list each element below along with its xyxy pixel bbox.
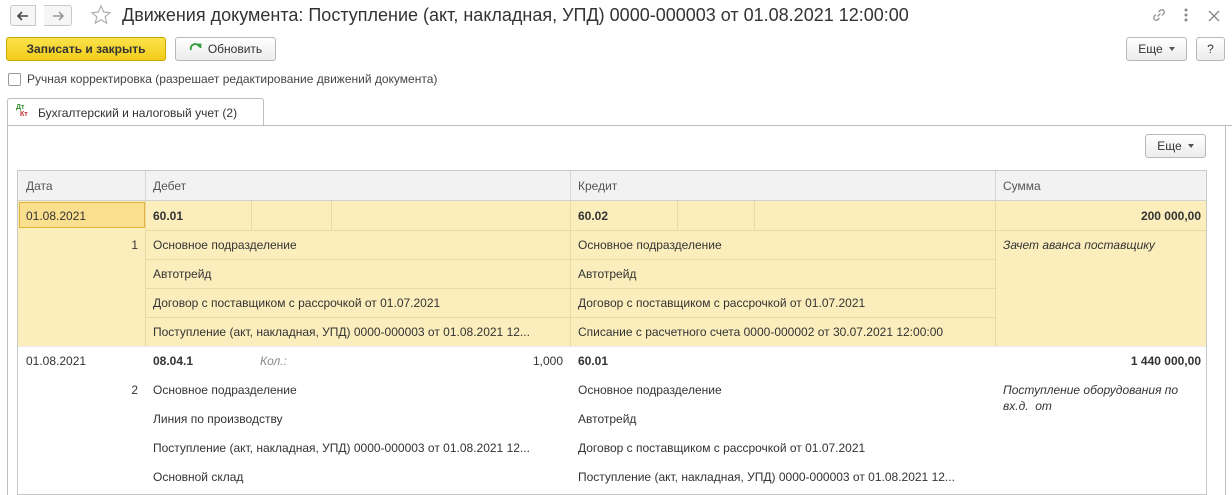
more-actions-button[interactable] — [1182, 6, 1190, 27]
refresh-label: Обновить — [207, 42, 263, 56]
title-bar: Движения документа: Поступление (акт, на… — [0, 0, 1232, 32]
record-2-debit-sub-3: Поступление (акт, накладная, УПД) 0000-0… — [153, 441, 530, 455]
help-label: ? — [1207, 42, 1214, 56]
forward-arrow-icon — [52, 10, 64, 21]
record-1-debit-sub-4: Поступление (акт, накладная, УПД) 0000-0… — [153, 325, 530, 339]
save-and-close-label: Записать и закрыть — [26, 42, 146, 56]
record-2-date: 01.08.2021 — [26, 354, 87, 368]
record-2-credit-sub-3: Договор с поставщиком с рассрочкой от 01… — [578, 441, 866, 455]
column-header-debit[interactable]: Дебет — [145, 171, 570, 201]
table-more-label: Еще — [1157, 139, 1182, 153]
record-1-content: Зачет аванса поставщику — [1003, 238, 1155, 252]
record-1-debit-sub-1: Основное подразделение — [153, 238, 297, 252]
close-button[interactable] — [1206, 6, 1222, 27]
back-button[interactable] — [10, 5, 36, 26]
refresh-icon — [189, 42, 202, 50]
table-more-button[interactable]: Еще — [1145, 134, 1206, 158]
more-button[interactable]: Еще — [1126, 37, 1187, 61]
favorite-button[interactable] — [90, 4, 112, 29]
record-2-debit-qty: 1,000 — [532, 354, 563, 368]
record-1-date: 01.08.2021 — [26, 209, 87, 223]
record-2-credit-sub-1: Основное подразделение — [578, 383, 722, 397]
record-2-number: 2 — [131, 383, 138, 397]
record-2-debit-account: 08.04.1 — [153, 354, 194, 368]
record-1-debit-account: 60.01 — [153, 209, 184, 223]
record-1-credit-sub-3: Договор с поставщиком с рассрочкой от 01… — [578, 296, 866, 310]
manual-edit-row: Ручная корректировка (разрешает редактир… — [8, 72, 437, 86]
manual-edit-checkbox[interactable] — [8, 72, 21, 86]
more-vertical-icon — [1184, 8, 1188, 22]
record-2-credit-sub-4: Поступление (акт, накладная, УПД) 0000-0… — [578, 470, 955, 484]
refresh-button[interactable]: Обновить — [175, 37, 276, 61]
link-button[interactable] — [1150, 6, 1168, 27]
forward-button[interactable] — [44, 5, 72, 26]
panel-border-right — [1225, 125, 1226, 495]
record-1-number: 1 — [131, 238, 138, 252]
dt-kt-icon: Дт Кт — [16, 103, 28, 118]
panel-border-left — [7, 125, 8, 495]
window-title: Движения документа: Поступление (акт, на… — [122, 5, 909, 25]
back-arrow-icon — [17, 10, 28, 21]
record-1-credit-sub-1: Основное подразделение — [578, 238, 722, 252]
record-2-content-line-1: Поступление оборудования по — [1003, 383, 1179, 397]
chevron-down-icon — [1168, 47, 1175, 51]
column-header-date[interactable]: Дата — [18, 171, 145, 201]
record-2-debit-qty-label: Кол.: — [260, 354, 287, 368]
column-header-amount[interactable]: Сумма — [995, 171, 1206, 201]
star-icon — [90, 4, 112, 25]
close-icon — [1208, 10, 1220, 22]
column-header-credit[interactable]: Кредит — [570, 171, 995, 201]
record-1-debit-sub-2: Автотрейд — [153, 267, 212, 281]
chevron-down-icon — [1187, 144, 1194, 148]
record-2-credit-sub-2: Автотрейд — [578, 412, 637, 426]
tab-accounting[interactable]: Дт Кт Бухгалтерский и налоговый учет (2) — [7, 98, 264, 126]
record-1-debit-sub-3: Договор с поставщиком с рассрочкой от 01… — [153, 296, 441, 310]
record-2-amount: 1 440 000,00 — [1130, 354, 1201, 368]
record-1-credit-account: 60.02 — [578, 209, 609, 223]
movements-table: Дата Дебет Кредит Сумма 01.08.2021 1 60.… — [17, 170, 1207, 495]
record-2-debit-sub-1: Основное подразделение — [153, 383, 297, 397]
record-2-content-line-2: вх.д. от — [1003, 399, 1052, 413]
help-button[interactable]: ? — [1196, 37, 1225, 61]
more-label: Еще — [1138, 42, 1163, 56]
save-and-close-button[interactable]: Записать и закрыть — [6, 37, 166, 61]
record-2-debit-sub-4: Основной склад — [153, 470, 244, 484]
manual-edit-label: Ручная корректировка (разрешает редактир… — [27, 72, 438, 86]
record-2-debit-sub-2: Линия по производству — [153, 412, 283, 426]
record-1-amount: 200 000,00 — [1140, 209, 1201, 223]
record-1-credit-sub-4: Списание с расчетного счета 0000-000002 … — [578, 325, 944, 339]
tab-accounting-label: Бухгалтерский и налоговый учет (2) — [38, 105, 238, 120]
record-2-credit-account: 60.01 — [578, 354, 609, 368]
tab-divider — [7, 125, 1232, 126]
link-icon — [1153, 9, 1165, 21]
table-header: Дата Дебет Кредит Сумма — [18, 171, 1206, 201]
record-1-credit-sub-2: Автотрейд — [578, 267, 637, 281]
